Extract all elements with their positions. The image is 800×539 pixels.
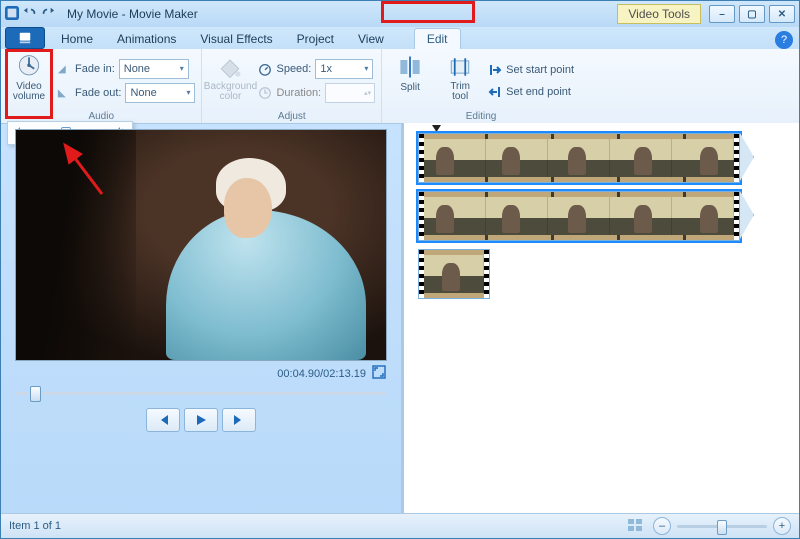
preview-monitor[interactable] [15, 129, 387, 361]
minimize-button[interactable]: – [709, 5, 735, 23]
application-menu-button[interactable] [5, 27, 45, 49]
redo-icon[interactable] [41, 6, 55, 23]
close-button[interactable]: ✕ [769, 5, 795, 23]
zoom-control: – + [653, 517, 791, 535]
tabstrip: Home Animations Visual Effects Project V… [1, 27, 799, 49]
clip-row-2 [418, 191, 791, 239]
window-title: My Movie - Movie Maker [55, 7, 617, 21]
zoom-slider[interactable] [677, 525, 767, 528]
next-frame-button[interactable] [222, 408, 256, 432]
set-end-point-button[interactable]: Set end point [488, 85, 574, 99]
prev-frame-button[interactable] [146, 408, 180, 432]
chevron-down-icon: ▾ [186, 88, 190, 97]
fade-out-combo[interactable]: None▾ [125, 83, 195, 103]
timeline-pane[interactable] [401, 123, 799, 514]
duration-icon [258, 86, 272, 100]
tab-project[interactable]: Project [285, 29, 346, 49]
set-start-point-button[interactable]: Set start point [488, 63, 574, 77]
playback-time: 00:04.90/02:13.19 [277, 368, 366, 380]
fade-in-label: Fade in: [75, 63, 115, 75]
start-point-icon [488, 63, 502, 77]
tab-home[interactable]: Home [49, 29, 105, 49]
trim-icon [446, 53, 474, 81]
titlebar: My Movie - Movie Maker Video Tools – ▢ ✕ [1, 1, 799, 27]
tab-view[interactable]: View [346, 29, 396, 49]
split-label: Split [400, 82, 419, 93]
duration-spin: ▴▾ [325, 83, 375, 103]
status-item-count: Item 1 of 1 [9, 520, 61, 532]
group-title-adjust: Adjust [208, 110, 375, 123]
fade-in-combo[interactable]: None▾ [119, 59, 189, 79]
end-point-icon [488, 85, 502, 99]
ribbon: Video volume Fade in: None▾ Fade out: No… [1, 49, 799, 124]
preview-seek-slider[interactable] [16, 388, 386, 398]
video-volume-label: Video volume [13, 82, 45, 102]
quick-access-toolbar [5, 6, 55, 23]
seek-thumb[interactable] [30, 386, 41, 402]
undo-icon[interactable] [23, 6, 37, 23]
status-bar: Item 1 of 1 – + [1, 513, 799, 538]
clip-1b[interactable] [418, 191, 740, 241]
background-color-button: Background color [208, 51, 252, 110]
app-icon [5, 6, 19, 23]
chevron-down-icon: ▾ [364, 64, 368, 73]
thumbnails-view-icon[interactable] [627, 518, 643, 535]
clip-2[interactable] [418, 249, 490, 299]
speaker-dial-icon [15, 53, 43, 81]
split-icon [396, 53, 424, 81]
speed-icon [258, 62, 272, 76]
fade-in-icon [57, 63, 71, 75]
trim-label: Trim tool [450, 82, 470, 102]
clip-continue-icon [740, 133, 754, 181]
duration-label: Duration: [276, 87, 321, 99]
content-area: 00:04.90/02:13.19 [1, 123, 799, 514]
chevron-down-icon: ▾ [180, 64, 184, 73]
fullscreen-icon[interactable] [372, 365, 386, 382]
zoom-thumb[interactable] [717, 520, 727, 535]
zoom-in-button[interactable]: + [773, 517, 791, 535]
clip-1[interactable] [418, 133, 740, 183]
ribbon-group-audio: Video volume Fade in: None▾ Fade out: No… [1, 49, 202, 123]
tab-visual-effects[interactable]: Visual Effects [188, 29, 284, 49]
tab-edit[interactable]: Edit [414, 28, 461, 49]
zoom-out-button[interactable]: – [653, 517, 671, 535]
fade-out-icon [57, 87, 71, 99]
help-button[interactable]: ? [775, 31, 793, 49]
split-button[interactable]: Split [388, 51, 432, 110]
clip-row-3 [418, 249, 791, 297]
video-volume-button[interactable]: Video volume [7, 51, 51, 110]
clip-continue-icon [740, 191, 754, 239]
group-title-editing: Editing [388, 110, 574, 123]
speed-combo[interactable]: 1x▾ [315, 59, 373, 79]
ribbon-group-adjust: Background color Speed: 1x▾ Duration: ▴▾… [202, 49, 382, 123]
ribbon-group-editing: Split Trim tool Set start point Set end … [382, 49, 580, 123]
background-color-label: Background color [204, 82, 257, 102]
app-window: My Movie - Movie Maker Video Tools – ▢ ✕… [0, 0, 800, 539]
clip-row-1 [418, 133, 791, 181]
play-button[interactable] [184, 408, 218, 432]
paint-bucket-icon [216, 53, 244, 81]
tab-animations[interactable]: Animations [105, 29, 188, 49]
maximize-button[interactable]: ▢ [739, 5, 765, 23]
fade-out-label: Fade out: [75, 87, 121, 99]
preview-frame-image [16, 130, 386, 360]
preview-pane: 00:04.90/02:13.19 [1, 123, 401, 514]
trim-tool-button[interactable]: Trim tool [438, 51, 482, 110]
contextual-tab-video-tools[interactable]: Video Tools [617, 4, 701, 24]
speed-label: Speed: [276, 63, 311, 75]
